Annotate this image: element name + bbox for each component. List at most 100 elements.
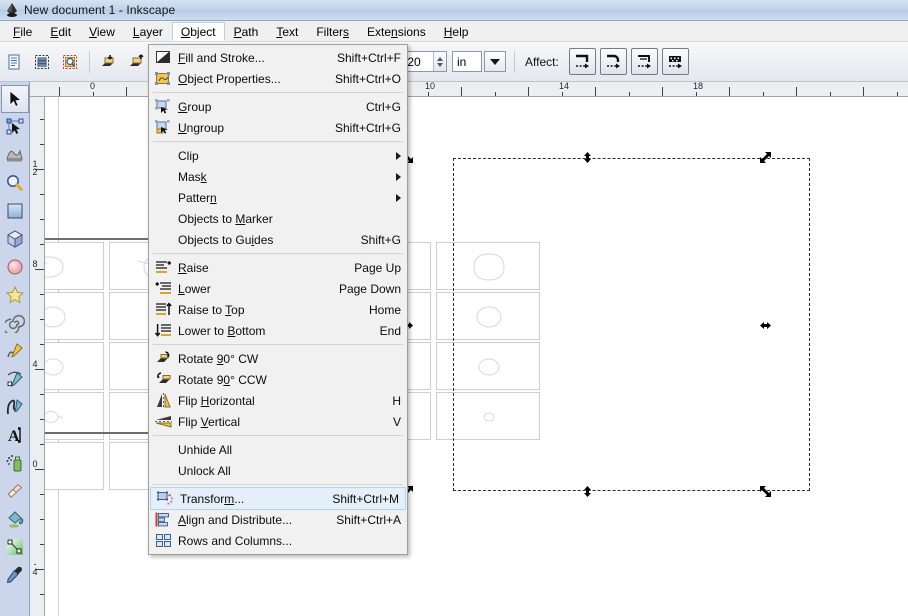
transform-icon — [154, 490, 176, 508]
canvas-object-cell[interactable] — [45, 442, 104, 490]
menubar-item-text[interactable]: Text — [267, 22, 307, 41]
rectangle-tool[interactable] — [1, 197, 29, 225]
menu-item-rotate-90-ccw[interactable]: Rotate 90° CCW — [149, 369, 407, 390]
vertical-ruler[interactable]: 12 8 4 0 -4 — [30, 97, 45, 616]
affect-move-gradients-icon[interactable] — [630, 48, 658, 75]
menu-item-objects-to-marker[interactable]: Objects to Marker — [149, 208, 407, 229]
h-ruler-tick — [729, 87, 730, 96]
ungroup-icon — [152, 119, 174, 137]
menu-item-transform[interactable]: Transform... Shift+Ctrl+M — [150, 487, 406, 510]
selection-bounding-box[interactable] — [453, 158, 810, 491]
menu-item-flip-horizontal[interactable]: Flip Horizontal H — [149, 390, 407, 411]
menubar-item-object[interactable]: Object — [171, 21, 225, 41]
affect-scale-stroke-width-icon[interactable] — [568, 48, 596, 75]
group-icon — [152, 98, 174, 116]
menubar-item-layer[interactable]: Layer — [124, 22, 172, 41]
star-tool[interactable] — [1, 281, 29, 309]
handle-top-right[interactable] — [760, 152, 771, 163]
menu-item-ungroup[interactable]: Ungroup Shift+Ctrl+G — [149, 117, 407, 138]
menu-item-align-and-distribute[interactable]: Align and Distribute... Shift+Ctrl+A — [149, 509, 407, 530]
node-editor-tool[interactable] — [1, 113, 29, 141]
menubar-item-help[interactable]: Help — [435, 22, 478, 41]
print-preview-icon[interactable] — [57, 49, 83, 75]
bezier-tool[interactable] — [1, 365, 29, 393]
menu-item-pattern[interactable]: Pattern — [149, 187, 407, 208]
menu-item-no-icon — [152, 441, 174, 459]
rotate-cw-icon — [152, 350, 174, 368]
v-ruler-label: 8 — [32, 259, 38, 269]
eraser-tool[interactable] — [1, 477, 29, 505]
spiral-tool[interactable] — [1, 309, 29, 337]
box3d-tool[interactable] — [1, 225, 29, 253]
menu-item-object-properties[interactable]: Object Properties... Shift+Ctrl+O — [149, 68, 407, 89]
raise-to-top-icon — [152, 301, 174, 319]
rows-columns-icon — [152, 532, 174, 550]
gradient-tool[interactable] — [1, 533, 29, 561]
affect-move-patterns-icon[interactable] — [661, 48, 689, 75]
spray-tool[interactable] — [1, 449, 29, 477]
handle-right[interactable] — [760, 320, 771, 331]
menu-item-label: Raise — [178, 260, 209, 275]
v-ruler-label: 0 — [32, 459, 38, 469]
v-ruler-tick — [40, 119, 44, 120]
h-ruler-tick — [796, 87, 797, 96]
ellipse-tool[interactable] — [1, 253, 29, 281]
bucket-fill-tool[interactable] — [1, 505, 29, 533]
menu-item-raise[interactable]: Raise Page Up — [149, 257, 407, 278]
menu-item-label: Unhide All — [178, 442, 233, 457]
zoom-tool[interactable] — [1, 169, 29, 197]
calligraphy-tool[interactable] — [1, 393, 29, 421]
menu-item-flip-vertical[interactable]: Flip Vertical V — [149, 411, 407, 432]
menu-item-label: Object Properties... — [178, 71, 281, 86]
v-ruler-tick — [40, 319, 44, 320]
window-title: New document 1 - Inkscape — [24, 3, 176, 17]
menu-item-clip[interactable]: Clip — [149, 145, 407, 166]
menu-item-label: Transform... — [180, 491, 245, 506]
menu-separator — [153, 141, 403, 142]
menu-item-label: Objects to Guides — [178, 232, 274, 247]
menubar-item-path[interactable]: Path — [225, 22, 268, 41]
menubar-item-extensions[interactable]: Extensions — [358, 22, 435, 41]
lower-icon — [152, 280, 174, 298]
dropper-tool[interactable] — [1, 561, 29, 589]
menu-item-label: Unlock All — [178, 463, 231, 478]
export-icon[interactable] — [124, 49, 150, 75]
affect-scale-rounded-corners-icon[interactable] — [599, 48, 627, 75]
menubar-item-file[interactable]: File — [4, 22, 41, 41]
menubar-item-filters[interactable]: Filters — [307, 22, 358, 41]
v-ruler-tick — [35, 369, 44, 370]
handle-bottom[interactable] — [582, 486, 593, 497]
raise-icon — [152, 259, 174, 277]
text-tool[interactable]: A — [1, 421, 29, 449]
h-spinner[interactable] — [433, 52, 447, 71]
unit-select-value[interactable]: in — [452, 51, 483, 72]
import-icon[interactable] — [96, 49, 122, 75]
menubar-item-edit[interactable]: Edit — [41, 22, 80, 41]
menu-item-mask[interactable]: Mask — [149, 166, 407, 187]
menu-item-lower[interactable]: Lower Page Down — [149, 278, 407, 299]
handle-top[interactable] — [582, 152, 593, 163]
menu-item-fill-and-stroke[interactable]: Fill and Stroke... Shift+Ctrl+F — [149, 47, 407, 68]
menu-item-raise-to-top[interactable]: Raise to Top Home — [149, 299, 407, 320]
selector-tool[interactable] — [0, 85, 29, 113]
tweak-tool[interactable] — [1, 141, 29, 169]
h-ruler-label: 18 — [693, 82, 704, 91]
new-document-icon[interactable] — [1, 49, 27, 75]
menu-item-objects-to-guides[interactable]: Objects to Guides Shift+G — [149, 229, 407, 250]
v-ruler-tick — [40, 244, 44, 245]
v-ruler-tick — [35, 469, 44, 470]
menubar-item-view[interactable]: View — [80, 22, 124, 41]
menu-item-rows-and-columns[interactable]: Rows and Columns... — [149, 530, 407, 551]
menu-item-unlock-all[interactable]: Unlock All — [149, 460, 407, 481]
menu-item-lower-to-bottom[interactable]: Lower to Bottom End — [149, 320, 407, 341]
menu-item-group[interactable]: Group Ctrl+G — [149, 96, 407, 117]
menu-item-unhide-all[interactable]: Unhide All — [149, 439, 407, 460]
h-ruler-tick — [628, 92, 630, 96]
open-document-icon[interactable] — [29, 49, 55, 75]
chevron-down-icon[interactable] — [484, 51, 507, 72]
object-menu[interactable]: Fill and Stroke... Shift+Ctrl+F Object Pro… — [148, 44, 408, 555]
menu-item-rotate-90-cw[interactable]: Rotate 90° CW — [149, 348, 407, 369]
submenu-arrow-icon — [396, 151, 401, 160]
pencil-tool[interactable] — [1, 337, 29, 365]
handle-bottom-right[interactable] — [760, 486, 771, 497]
